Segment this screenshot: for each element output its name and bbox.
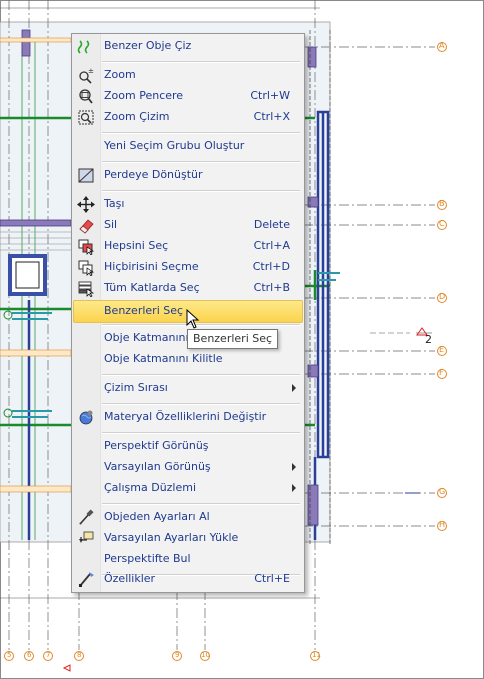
menu-item-shortcut: Ctrl+E (254, 572, 290, 585)
mouse-cursor-icon (186, 309, 200, 329)
menu-item-label: Zoom (104, 68, 136, 81)
zoom-window-icon (79, 89, 93, 104)
select-all-floors-icon (78, 281, 95, 297)
axis-label-9: 9 (175, 651, 180, 659)
select-all-icon (78, 239, 95, 255)
menu-separator (102, 432, 300, 434)
menu-item-label: Çalışma Düzlemi (104, 481, 197, 494)
axis-label-C: C (439, 219, 445, 228)
material-globe-icon (79, 410, 93, 425)
menu-item-convert-to-wall[interactable]: Perdeye Dönüştür (74, 165, 302, 186)
menu-item-label: Materyal Özelliklerini Değiştir (104, 410, 267, 423)
axis-label-7: 7 (46, 651, 51, 659)
menu-item-label: Perspektif Görünüş (104, 439, 209, 452)
menu-item-lock-object-layer[interactable]: Obje Katmanını Kilitle (74, 349, 302, 370)
axis-bubbles-right (437, 42, 447, 531)
zoom-icon: ± (79, 67, 94, 84)
axis-label-H: H (439, 520, 446, 529)
menu-item-load-default-settings[interactable]: Varsayılan Ayarları Yükle (74, 528, 302, 549)
menu-separator (102, 503, 300, 505)
menu-item-label: Varsayılan Ayarları Yükle (104, 531, 239, 544)
menu-item-label: Objeden Ayarları Al (104, 510, 210, 523)
dimension-label: 2 (425, 333, 432, 346)
menu-item-select-all[interactable]: Hepsini Seç Ctrl+A (74, 236, 302, 257)
axis-label-6: 6 (27, 651, 32, 659)
menu-item-label: Tüm Katlarda Seç (104, 281, 200, 294)
menu-item-label: Obje Katmanını Kilitle (104, 352, 223, 365)
eyedropper-icon (79, 509, 94, 525)
menu-item-zoom-drawing[interactable]: Zoom Çizim Ctrl+X (74, 107, 302, 128)
menu-item-properties[interactable]: Özellikler Ctrl+E (74, 569, 302, 590)
menu-separator (102, 324, 300, 326)
tooltip: Benzerleri Seç (187, 329, 279, 349)
menu-item-label: Zoom Pencere (104, 89, 184, 102)
axis-label-B: B (439, 199, 445, 208)
menu-separator (102, 374, 300, 376)
load-defaults-icon (79, 531, 94, 543)
menu-item-perspective-view[interactable]: Perspektif Görünüş (74, 436, 302, 457)
menu-item-select-all-floors[interactable]: Tüm Katlarda Seç Ctrl+B (74, 278, 302, 299)
axis-label-E: E (439, 345, 445, 354)
properties-icon (79, 572, 94, 587)
menu-item-label: Benzerleri Seç (104, 304, 184, 317)
move-icon (77, 196, 95, 213)
menu-item-shortcut: Ctrl+D (252, 260, 290, 273)
menu-item-label: Varsayılan Görünüş (104, 460, 211, 473)
submenu-arrow-icon (292, 463, 296, 471)
menu-item-new-selection-group[interactable]: Yeni Seçim Grubu Oluştur (74, 136, 302, 157)
menu-item-label: Perspektifte Bul (104, 552, 191, 565)
axis-label-5: 5 (7, 651, 12, 659)
axis-bubbles-bottom (4, 651, 320, 661)
convert-to-wall-icon (78, 168, 94, 183)
menu-separator (102, 403, 300, 405)
svg-text:±: ± (88, 67, 94, 75)
axis-label-A: A (439, 41, 445, 50)
draw-similar-icon (77, 40, 90, 54)
menu-separator (102, 161, 300, 163)
menu-item-label: Zoom Çizim (104, 110, 170, 123)
axis-label-10: 10 (201, 651, 210, 659)
menu-item-shortcut: Ctrl+W (250, 89, 290, 102)
menu-item-get-settings-from-object[interactable]: Objeden Ayarları Al (74, 507, 302, 528)
zoom-drawing-icon (78, 110, 94, 125)
menu-separator (102, 61, 300, 63)
axis-label-D: D (439, 292, 446, 301)
select-none-icon (78, 260, 95, 276)
menu-item-label: Özellikler (104, 572, 156, 585)
menu-item-label: Benzer Obje Çiz (104, 39, 192, 52)
menu-item-draw-order[interactable]: Çizim Sırası (74, 378, 302, 399)
menu-item-select-none[interactable]: Hiçbirisini Seçme Ctrl+D (74, 257, 302, 278)
axis-label-F: F (439, 368, 444, 377)
submenu-arrow-icon (292, 484, 296, 492)
menu-item-zoom-window[interactable]: Zoom Pencere Ctrl+W (74, 86, 302, 107)
menu-item-draw-similar[interactable]: Benzer Obje Çiz (74, 36, 302, 57)
menu-item-label: Çizim Sırası (104, 381, 168, 394)
menu-item-change-material[interactable]: Materyal Özelliklerini Değiştir (74, 407, 302, 428)
axis-label-11: 11 (312, 651, 321, 659)
menu-separator (102, 190, 300, 192)
menu-item-shortcut: Ctrl+X (253, 110, 290, 123)
menu-item-label: Sil (104, 218, 118, 231)
menu-separator (102, 132, 300, 134)
axis-label-8: 8 (77, 651, 82, 659)
menu-item-label: Taşı (104, 197, 125, 210)
eraser-icon (79, 219, 94, 234)
menu-item-shortcut: Delete (253, 218, 290, 231)
menu-item-label: Hiçbirisini Seçme (104, 260, 199, 273)
menu-item-label: Hepsini Seç (104, 239, 169, 252)
menu-item-label: Yeni Seçim Grubu Oluştur (104, 139, 245, 152)
menu-item-default-view[interactable]: Varsayılan Görünüş (74, 457, 302, 478)
menu-item-work-plane[interactable]: Çalışma Düzlemi (74, 478, 302, 499)
menu-item-label: Perdeye Dönüştür (104, 168, 203, 181)
menu-item-move[interactable]: Taşı (74, 194, 302, 215)
menu-item-shortcut: Ctrl+B (253, 281, 290, 294)
submenu-arrow-icon (292, 384, 296, 392)
menu-item-zoom[interactable]: ± Zoom (74, 65, 302, 86)
axis-label-G: G (439, 487, 446, 496)
menu-item-delete[interactable]: Sil Delete (74, 215, 302, 236)
menu-item-shortcut: Ctrl+A (253, 239, 290, 252)
menu-item-find-in-perspective[interactable]: Perspektifte Bul (74, 549, 302, 570)
